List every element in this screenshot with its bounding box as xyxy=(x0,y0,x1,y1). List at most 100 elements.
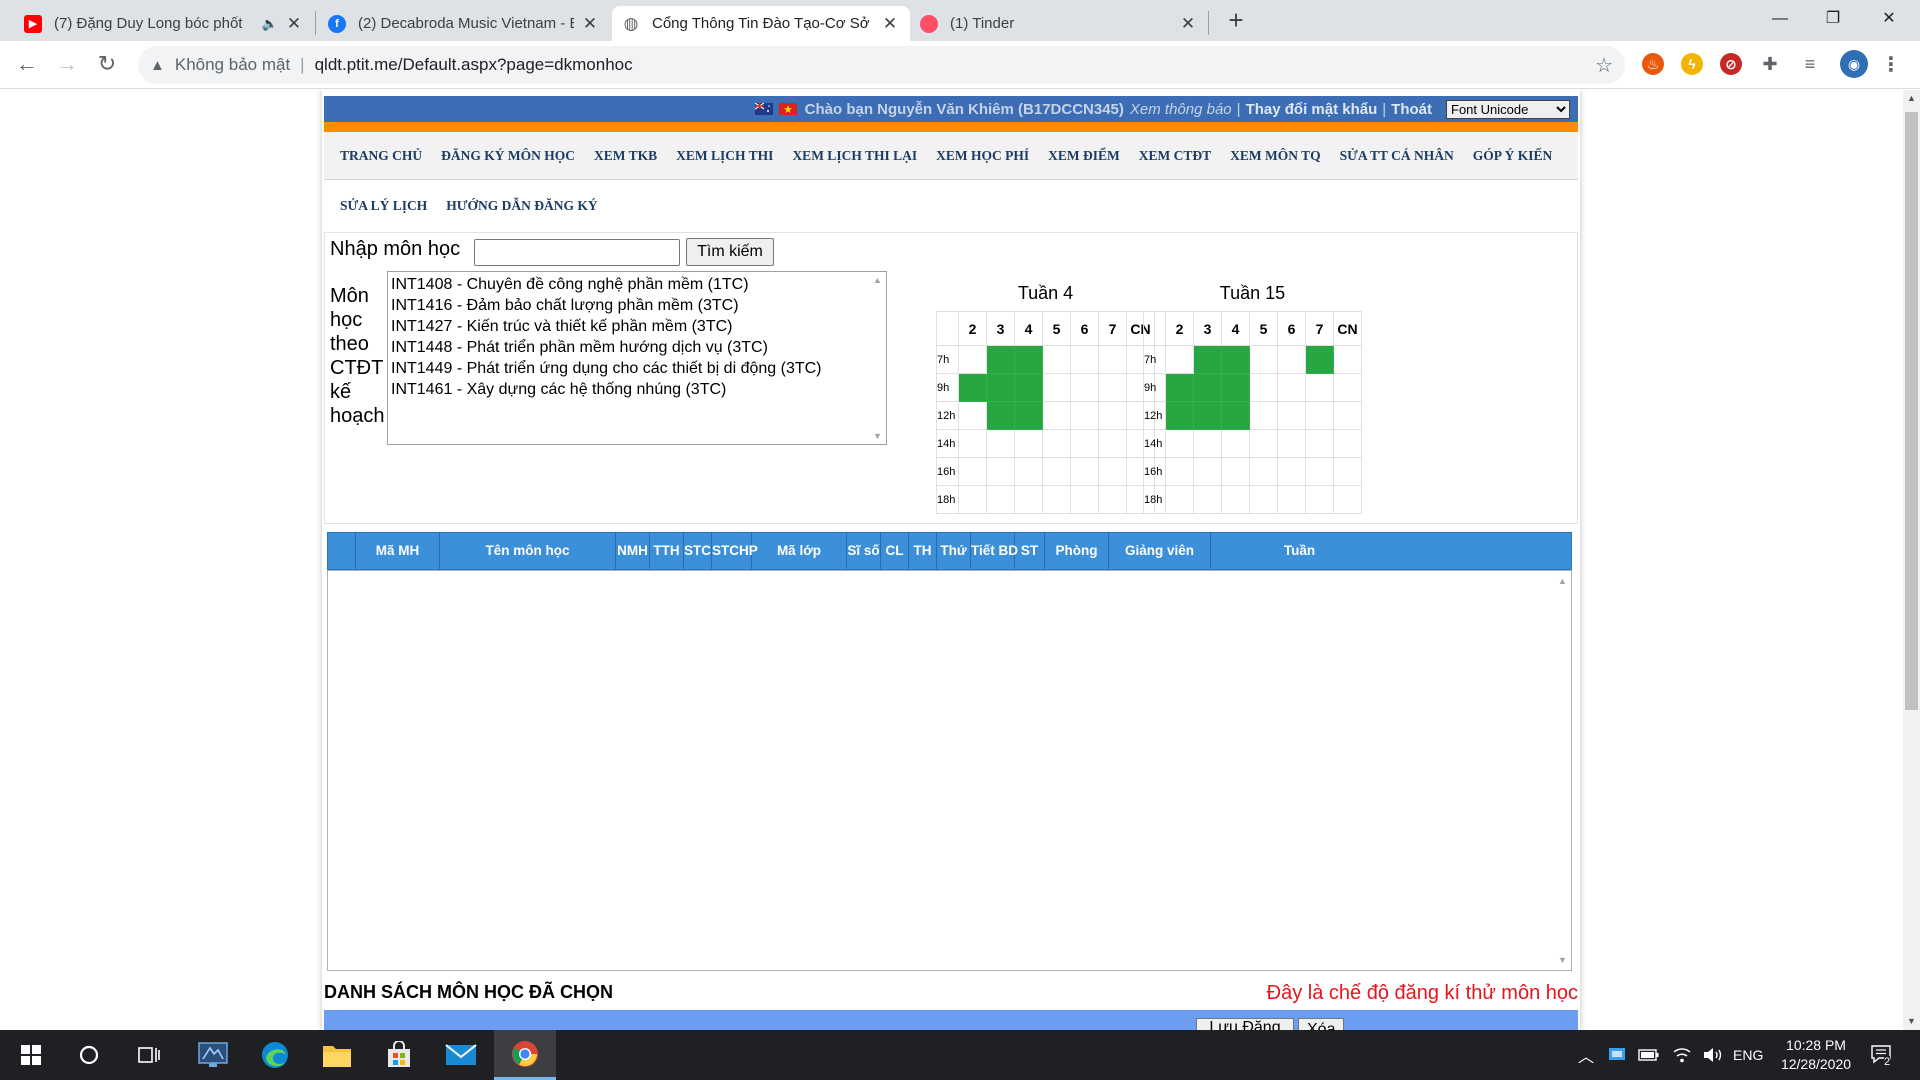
address-bar[interactable]: ▲ Không bảo mật | qldt.ptit.me/Default.a… xyxy=(138,46,1625,84)
course-option[interactable]: INT1448 - Phát triển phần mềm hướng dịch… xyxy=(391,337,886,358)
wifi-icon[interactable] xyxy=(1672,1030,1692,1080)
menu-item[interactable]: SỬA LÝ LỊCH xyxy=(340,198,427,214)
audio-playing-icon[interactable]: 🔈 xyxy=(262,16,278,32)
task-view-icon[interactable] xyxy=(118,1030,180,1080)
battery-icon[interactable] xyxy=(1638,1030,1660,1080)
menu-item[interactable]: ĐĂNG KÝ MÔN HỌC xyxy=(441,148,575,164)
close-window-button[interactable]: ✕ xyxy=(1866,0,1912,38)
back-button[interactable]: ← xyxy=(12,49,42,79)
new-tab-button[interactable]: + xyxy=(1222,6,1250,34)
save-registration-button[interactable]: Lưu Đăng Ký xyxy=(1196,1018,1294,1030)
menu-item[interactable]: GÓP Ý KIẾN xyxy=(1473,148,1553,164)
extension-fire-icon[interactable]: ♨ xyxy=(1642,53,1664,75)
course-option[interactable]: INT1449 - Phát triển ứng dụng cho các th… xyxy=(391,358,886,379)
input-language[interactable]: ENG xyxy=(1733,1030,1763,1080)
english-flag-icon[interactable] xyxy=(754,103,773,115)
scrollbar-thumb[interactable] xyxy=(1905,112,1918,710)
free-slot xyxy=(1193,429,1222,458)
font-select[interactable]: Font Unicode xyxy=(1446,99,1570,119)
bookmark-star-icon[interactable]: ☆ xyxy=(1595,53,1613,78)
delete-button[interactable]: Xóa xyxy=(1298,1018,1344,1030)
show-hidden-icons-chevron-icon[interactable]: ︿ xyxy=(1578,1030,1594,1080)
close-tab-icon[interactable]: ✕ xyxy=(880,14,900,34)
course-option[interactable]: INT1461 - Xây dựng các hệ thống nhúng (3… xyxy=(391,379,886,400)
menu-item[interactable]: XEM LỊCH THI xyxy=(676,148,773,164)
forward-button[interactable]: → xyxy=(52,49,82,79)
tab-active-portal[interactable]: ◍ Cổng Thông Tin Đào Tạo-Cơ Sở ✕ xyxy=(612,6,910,41)
course-option[interactable]: INT1416 - Đảm bảo chất lượng phần mềm (3… xyxy=(391,295,886,316)
microsoft-store-icon[interactable] xyxy=(368,1030,430,1080)
vietnamese-flag-icon[interactable] xyxy=(778,103,797,115)
volume-icon[interactable] xyxy=(1702,1030,1724,1080)
time-label: 16h xyxy=(936,457,959,486)
menu-item[interactable]: XEM CTĐT xyxy=(1139,148,1211,164)
menu-item[interactable]: SỬA TT CÁ NHÂN xyxy=(1340,148,1454,164)
list-scrollbar[interactable]: ▲ ▼ xyxy=(869,272,886,444)
free-slot xyxy=(958,485,987,514)
change-password-link[interactable]: Thay đổi mật khẩu xyxy=(1246,101,1378,118)
scroll-up-icon[interactable]: ▲ xyxy=(873,275,882,285)
search-icon[interactable] xyxy=(58,1030,120,1080)
free-slot xyxy=(1249,401,1278,430)
restore-button[interactable]: ❐ xyxy=(1810,0,1856,38)
remote-desktop-icon[interactable] xyxy=(182,1030,244,1080)
course-option[interactable]: INT1408 - Chuyên đề công nghệ phần mềm (… xyxy=(391,274,886,295)
occupied-slot xyxy=(986,401,1015,430)
extension-block-icon[interactable]: ⊘ xyxy=(1720,53,1742,75)
day-header: 4 xyxy=(1221,311,1250,346)
tab-facebook[interactable]: f (2) Decabroda Music Vietnam - B ✕ xyxy=(318,6,610,41)
windows-start-icon[interactable] xyxy=(0,1030,62,1080)
page-scrollbar[interactable]: ▲ ▼ xyxy=(1903,90,1920,1030)
security-label[interactable]: Không bảo mật xyxy=(175,55,290,75)
scroll-down-icon[interactable]: ▼ xyxy=(873,431,882,441)
scroll-up-icon[interactable]: ▲ xyxy=(1903,90,1920,107)
table-scrollbar[interactable]: ▲ ▼ xyxy=(1554,571,1571,970)
menu-item[interactable]: XEM HỌC PHÍ xyxy=(936,148,1029,164)
occupied-slot xyxy=(1193,401,1222,430)
taskbar-clock[interactable]: 10:28 PM 12/28/2020 xyxy=(1766,1036,1866,1074)
tab-tinder[interactable]: (1) Tinder ✕ xyxy=(910,6,1208,41)
close-tab-icon[interactable]: ✕ xyxy=(284,14,304,34)
menu-item[interactable]: XEM LỊCH THI LẠI xyxy=(792,148,917,164)
url-text[interactable]: qldt.ptit.me/Default.aspx?page=dkmonhoc xyxy=(315,55,633,75)
search-button[interactable]: Tìm kiếm xyxy=(686,238,774,266)
planned-course-list[interactable]: INT1408 - Chuyên đề công nghệ phần mềm (… xyxy=(387,271,887,445)
extensions-puzzle-icon[interactable]: ✚ xyxy=(1759,53,1781,75)
network-adapter-icon[interactable] xyxy=(1608,1030,1626,1080)
scroll-down-icon[interactable]: ▼ xyxy=(1558,955,1567,965)
view-notice-link[interactable]: Xem thông báo xyxy=(1130,101,1232,118)
tab-youtube[interactable]: ▶ (7) Đặng Duy Long bóc phốt 🔈 ✕ xyxy=(14,6,314,41)
menu-item[interactable]: HƯỚNG DẪN ĐĂNG KÝ xyxy=(446,198,597,214)
media-control-icon[interactable]: ≡ xyxy=(1799,53,1821,75)
reload-button[interactable]: ↻ xyxy=(92,49,122,79)
profile-avatar[interactable]: ◉ xyxy=(1840,50,1868,78)
column-header: TTH xyxy=(650,533,684,569)
notification-center-icon[interactable]: 2 xyxy=(1870,1030,1896,1080)
menu-item[interactable]: XEM ĐIỂM xyxy=(1048,148,1120,164)
edge-browser-icon[interactable] xyxy=(244,1030,306,1080)
menu-item[interactable]: TRANG CHỦ xyxy=(340,148,422,164)
free-slot xyxy=(1249,485,1278,514)
warning-icon[interactable]: ▲ xyxy=(150,57,165,74)
extension-bolt-icon[interactable]: ϟ xyxy=(1681,53,1703,75)
scroll-up-icon[interactable]: ▲ xyxy=(1558,576,1567,586)
free-slot xyxy=(1333,429,1362,458)
course-option[interactable]: INT1427 - Kiến trúc và thiết kế phần mềm… xyxy=(391,316,886,337)
menu-item[interactable]: XEM MÔN TQ xyxy=(1230,148,1321,164)
chrome-menu-icon[interactable]: ⋮ xyxy=(1880,53,1902,76)
page-viewport: Chào bạn Nguyễn Văn Khiêm (B17DCCN345) X… xyxy=(0,90,1903,1030)
close-tab-icon[interactable]: ✕ xyxy=(1178,14,1198,34)
mail-icon[interactable] xyxy=(430,1030,492,1080)
free-slot xyxy=(1221,485,1250,514)
chrome-taskbar-icon[interactable] xyxy=(494,1030,556,1080)
close-tab-icon[interactable]: ✕ xyxy=(580,14,600,34)
scroll-down-icon[interactable]: ▼ xyxy=(1903,1013,1920,1030)
course-search-input[interactable] xyxy=(474,239,680,266)
occupied-slot xyxy=(1193,345,1222,374)
minimize-button[interactable]: — xyxy=(1757,0,1803,38)
logout-link[interactable]: Thoát xyxy=(1391,101,1432,118)
menu-item[interactable]: XEM TKB xyxy=(594,148,657,164)
file-explorer-icon[interactable] xyxy=(306,1030,368,1080)
free-slot xyxy=(1165,485,1194,514)
notification-count: 2 xyxy=(1884,1056,1891,1068)
